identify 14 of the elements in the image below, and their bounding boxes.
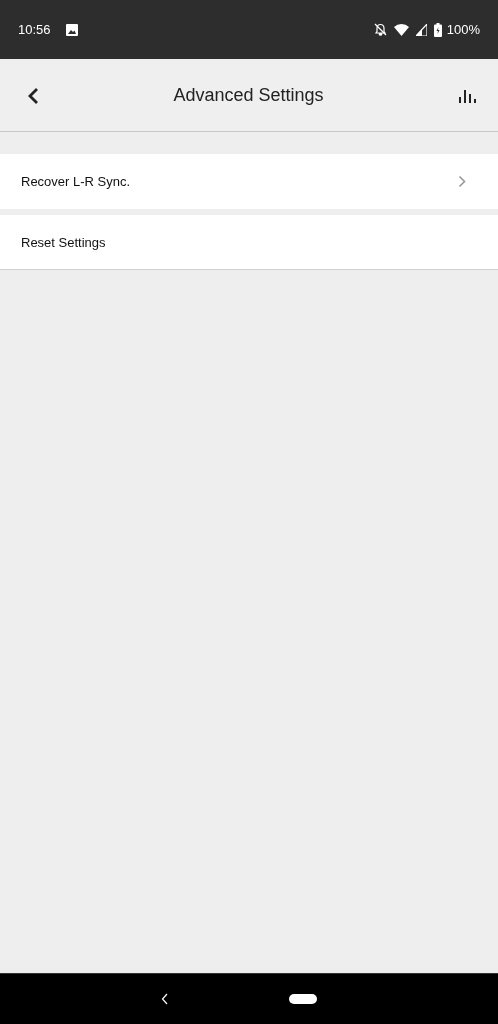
status-time: 10:56 [18,22,51,37]
back-icon[interactable] [28,87,38,104]
equalizer-icon[interactable] [459,88,476,103]
image-icon [65,23,78,36]
muted-bell-icon [373,23,387,36]
settings-item[interactable]: Reset Settings [0,215,498,270]
settings-item[interactable]: Recover L-R Sync. [0,154,498,209]
signal-icon [415,23,427,36]
battery-icon [433,22,442,37]
chevron-icon [458,175,466,188]
home-pill[interactable] [289,994,317,1004]
battery-percentage: 100% [446,22,480,37]
screen-title: Advanced Settings [173,85,324,106]
wifi-icon [393,23,409,36]
